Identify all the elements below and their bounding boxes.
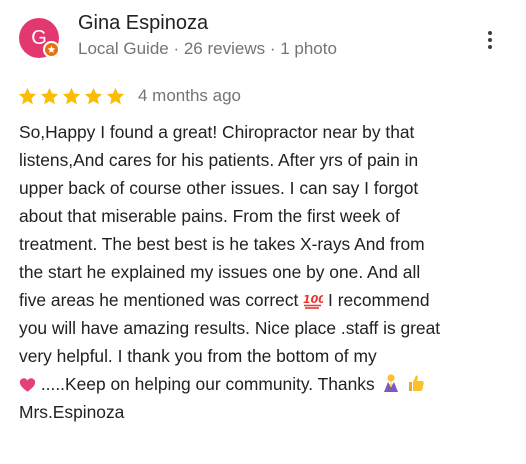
thumbs-up-icon <box>409 375 425 391</box>
review-line: about that miserable pains. From the fir… <box>19 206 400 226</box>
reviewer-meta[interactable]: Local Guide · 26 reviews · 1 photo <box>78 39 337 59</box>
hundred-points-icon: 100 <box>303 293 323 309</box>
review-line: Mrs.Espinoza <box>19 402 125 422</box>
heart-icon <box>19 378 36 392</box>
local-guide-badge-icon <box>43 41 60 58</box>
review-line: upper back of course other issues. I can… <box>19 178 419 198</box>
review-line: So,Happy I found a great! Chiropractor n… <box>19 122 415 142</box>
star-icon <box>18 87 37 104</box>
reviewer-name[interactable]: Gina Espinoza <box>78 12 208 35</box>
more-options-button[interactable] <box>478 26 502 54</box>
review-line: you will have amazing results. Nice plac… <box>19 318 441 338</box>
review-line-segment: I recommend <box>328 290 430 310</box>
star-icon <box>40 87 59 104</box>
more-vert-icon-dot <box>488 31 492 35</box>
review-line-with-emoji: five areas he mentioned was correct 100 … <box>19 286 514 314</box>
review-line: listens,And cares for his patients. Afte… <box>19 150 419 170</box>
star-icon <box>84 87 103 104</box>
more-vert-icon-dot <box>488 45 492 49</box>
review-date: 4 months ago <box>138 86 242 105</box>
star-icon <box>62 87 81 104</box>
review-line-segment: .....Keep on helping our community. Than… <box>40 374 375 394</box>
star-rating <box>17 86 126 107</box>
svg-text:100: 100 <box>303 293 323 306</box>
more-vert-icon-dot <box>488 38 492 42</box>
review-line: treatment. The best best is he takes X-r… <box>19 234 425 254</box>
star-icon <box>106 87 125 104</box>
review-card: G Gina Espinoza Local Guide · 26 reviews… <box>0 0 526 464</box>
review-text: So,Happy I found a great! Chiropractor n… <box>19 118 514 426</box>
star-badge-icon <box>47 45 56 53</box>
review-line: very helpful. I thank you from the botto… <box>19 346 377 366</box>
review-line-with-emoji: .....Keep on helping our community. Than… <box>19 370 514 398</box>
review-line: the start he explained my issues one by … <box>19 262 421 282</box>
rating-row: 4 months ago <box>17 84 241 108</box>
review-line-segment: five areas he mentioned was correct <box>19 290 299 310</box>
reviewer-avatar[interactable]: G <box>19 18 60 58</box>
folded-hands-icon <box>383 374 398 392</box>
